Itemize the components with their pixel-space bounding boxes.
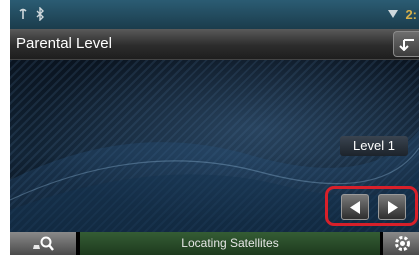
- status-icons-right: 2:: [387, 4, 417, 24]
- highlight-box: [325, 186, 418, 226]
- signal-icon: [19, 8, 27, 19]
- wifi-icon: [388, 10, 399, 18]
- screen: 2: Parental Level Level 1 Locating Satel…: [10, 0, 419, 255]
- title-bar: Parental Level: [10, 29, 419, 60]
- nav-status-text: Locating Satellites: [80, 232, 380, 255]
- clock-text: 2:: [405, 6, 417, 22]
- gear-icon: [395, 236, 410, 251]
- page-title: Parental Level: [16, 35, 112, 52]
- status-bar: 2:: [10, 0, 419, 29]
- back-arrow-icon: [399, 39, 414, 51]
- status-icons-left: [18, 4, 46, 24]
- map-search-button[interactable]: [10, 232, 76, 255]
- map-search-icon: [33, 236, 54, 251]
- bluetooth-icon: [36, 7, 44, 21]
- settings-button[interactable]: [383, 232, 419, 255]
- back-button[interactable]: [393, 31, 419, 57]
- level-label: Level 1: [340, 136, 408, 156]
